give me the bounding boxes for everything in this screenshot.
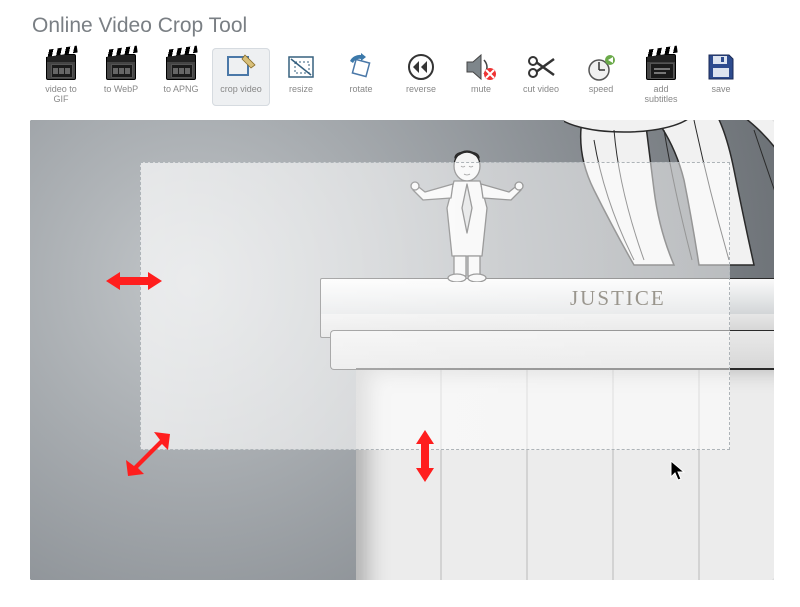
tool-label: to WebP [104,84,138,94]
tool-label: resize [289,84,313,94]
tool-rotate[interactable]: rotate [332,48,390,106]
tool-label: add subtitles [644,84,677,104]
crop-icon [223,52,259,82]
tool-add-subtitles[interactable]: add subtitles [632,48,690,106]
tool-label: save [711,84,730,94]
resize-icon [283,52,319,82]
speed-icon [583,52,619,82]
video-canvas[interactable]: JUSTICE [30,120,774,580]
tool-label: reverse [406,84,436,94]
crop-handle-bottom[interactable] [414,430,436,482]
mute-icon [463,52,499,82]
tool-label: rotate [349,84,372,94]
clapper-icon [163,52,199,82]
tool-video-to-gif[interactable]: video to GIF [32,48,90,106]
scissors-icon [523,52,559,82]
tool-save[interactable]: save [692,48,750,106]
crop-handle-left[interactable] [106,270,162,292]
toolbar: video to GIF to WebP to APNG crop video [32,48,782,112]
man-illustration [407,148,527,282]
tool-label: speed [589,84,614,94]
plinth-illustration [320,260,774,580]
tool-mute[interactable]: mute [452,48,510,106]
tool-resize[interactable]: resize [272,48,330,106]
statue-illustration [564,120,774,290]
clapper-icon [643,52,679,82]
tool-to-webp[interactable]: to WebP [92,48,150,106]
tool-label: video to GIF [45,84,77,104]
tool-cut-video[interactable]: cut video [512,48,570,106]
tool-label: to APNG [163,84,198,94]
save-icon [703,52,739,82]
tool-label: mute [471,84,491,94]
tool-label: crop video [220,84,262,94]
clapper-icon [43,52,79,82]
crop-handle-corner[interactable] [124,430,174,480]
page-title: Online Video Crop Tool [32,14,782,38]
tool-reverse[interactable]: reverse [392,48,450,106]
tool-label: cut video [523,84,559,94]
page-root: Online Video Crop Tool video to GIF to W… [0,0,800,607]
tool-speed[interactable]: speed [572,48,630,106]
tool-to-apng[interactable]: to APNG [152,48,210,106]
tool-crop-video[interactable]: crop video [212,48,270,106]
rotate-icon [343,52,379,82]
reverse-icon [403,52,439,82]
cursor-icon [670,460,688,482]
clapper-icon [103,52,139,82]
